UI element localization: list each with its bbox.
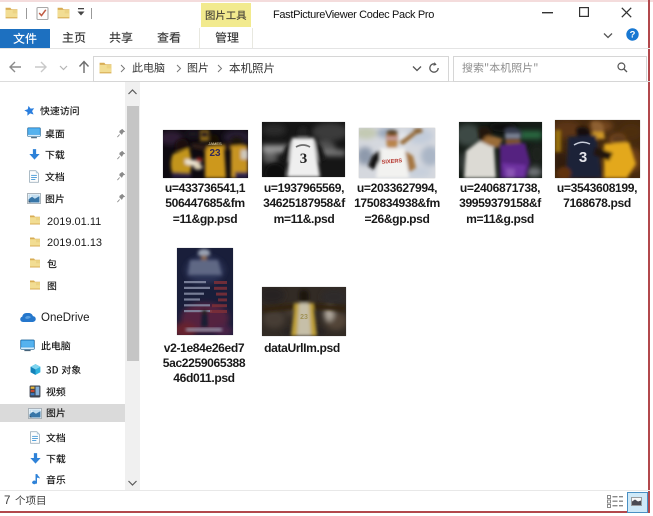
- svg-text:JAMES: JAMES: [208, 141, 222, 146]
- svg-text:3: 3: [300, 151, 308, 167]
- svg-text:23: 23: [300, 314, 308, 321]
- svg-text:?: ?: [630, 30, 636, 41]
- svg-text:23: 23: [209, 148, 221, 159]
- svg-text:3: 3: [579, 149, 587, 166]
